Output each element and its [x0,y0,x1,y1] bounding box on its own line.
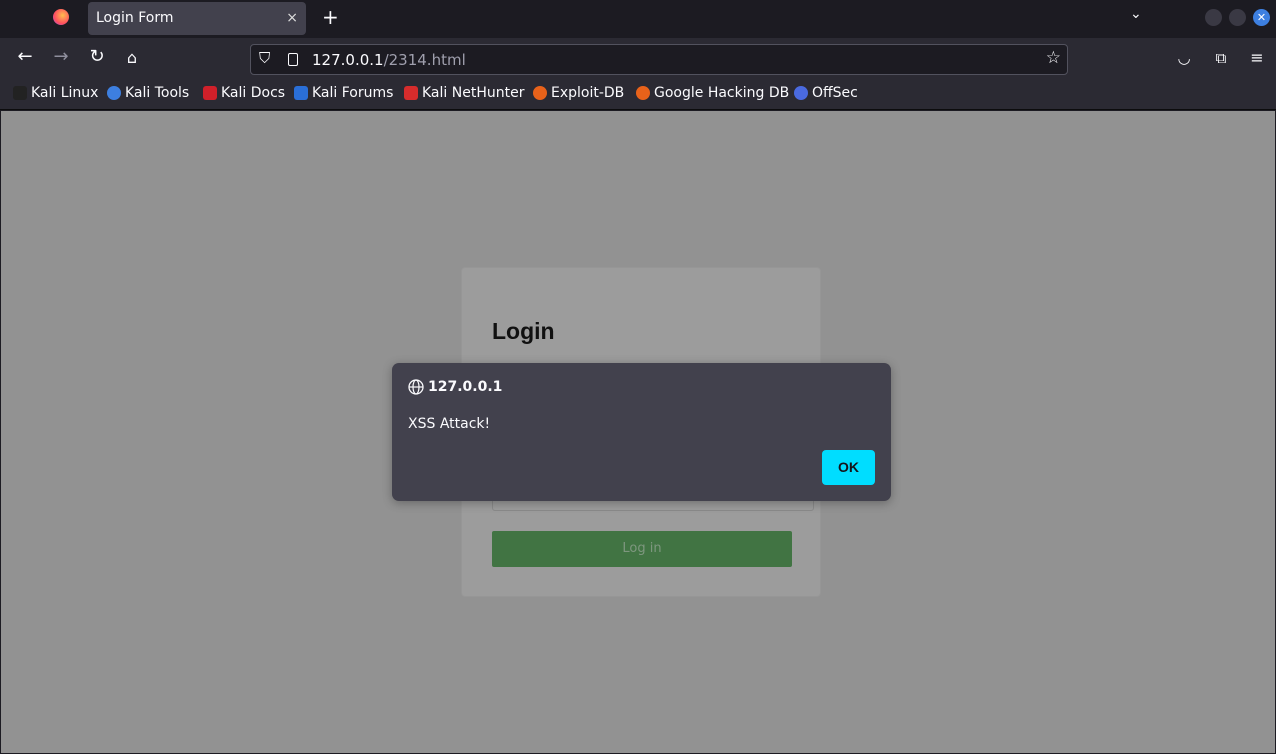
tab-bar: Login Form × + ⌄ ✕ [0,0,1276,38]
url-bar[interactable]: ⛉ 127.0.0.1/2314.html ☆ [250,44,1068,75]
bookmark-kali-docs[interactable]: Kali Docs [203,85,285,101]
bookmark-label: Kali Tools [125,85,190,101]
dialog-origin-text: 127.0.0.1 [428,379,503,395]
page-icon [288,53,298,66]
back-icon[interactable]: ← [13,46,37,67]
globe-icon [408,379,424,395]
bookmark-label: Kali Docs [221,85,286,101]
bookmark-label: OffSec [812,85,858,101]
list-tabs-chevron-icon[interactable]: ⌄ [1130,6,1142,22]
menu-icon[interactable]: ≡ [1245,48,1269,67]
bookmark-label: Exploit-DB [551,85,625,101]
bookmark-kali-nethunter[interactable]: Kali NetHunter [404,85,524,101]
pocket-icon[interactable]: ◡ [1172,49,1196,67]
extensions-icon[interactable]: ⧉ [1209,49,1233,67]
bookmark-star-icon[interactable]: ☆ [1046,48,1061,68]
bookmark-label: Kali Linux [31,85,99,101]
new-tab-button[interactable]: + [322,5,339,29]
url-path: /2314.html [383,51,466,69]
kali-nethunter-icon [404,86,418,100]
bookmark-label: Kali NetHunter [422,85,525,101]
bookmark-label: Google Hacking DB [654,85,790,101]
bookmark-kali-forums[interactable]: Kali Forums [294,85,393,101]
maximize-button[interactable] [1229,9,1246,26]
firefox-icon[interactable] [53,9,69,25]
bookmark-offsec[interactable]: OffSec [794,85,858,101]
kali-forums-icon [294,86,308,100]
dialog-origin: 127.0.0.1 [408,379,502,395]
bookmark-google-hacking-db[interactable]: Google Hacking DB [636,85,789,101]
tab-title: Login Form [96,10,174,26]
tab-close-icon[interactable]: × [286,2,298,35]
ghdb-icon [636,86,650,100]
kali-tools-icon [107,86,121,100]
bookmark-kali-linux[interactable]: Kali Linux [13,85,98,101]
alert-dialog: 127.0.0.1 XSS Attack! OK [392,363,891,501]
reload-icon[interactable]: ↻ [85,46,109,67]
dialog-message: XSS Attack! [408,416,491,432]
offsec-icon [794,86,808,100]
page-title: Login [492,318,555,344]
home-icon[interactable]: ⌂ [120,48,144,67]
bookmark-kali-tools[interactable]: Kali Tools [107,85,189,101]
ok-button[interactable]: OK [822,450,875,485]
login-button[interactable]: Log in [492,531,792,567]
bookmarks-toolbar: Kali Linux Kali Tools Kali Docs Kali For… [0,78,1276,110]
kali-linux-icon [13,86,27,100]
tab-login-form[interactable]: Login Form × [88,2,306,35]
exploit-db-icon [533,86,547,100]
close-window-button[interactable]: ✕ [1253,9,1270,26]
bookmark-exploit-db[interactable]: Exploit-DB [533,85,624,101]
kali-docs-icon [203,86,217,100]
minimize-button[interactable] [1205,9,1222,26]
bookmark-label: Kali Forums [312,85,394,101]
url-host: 127.0.0.1 [312,51,384,69]
url-text[interactable]: 127.0.0.1/2314.html [312,51,466,69]
forward-icon[interactable]: → [49,46,73,67]
shield-icon[interactable]: ⛉ [259,49,270,67]
